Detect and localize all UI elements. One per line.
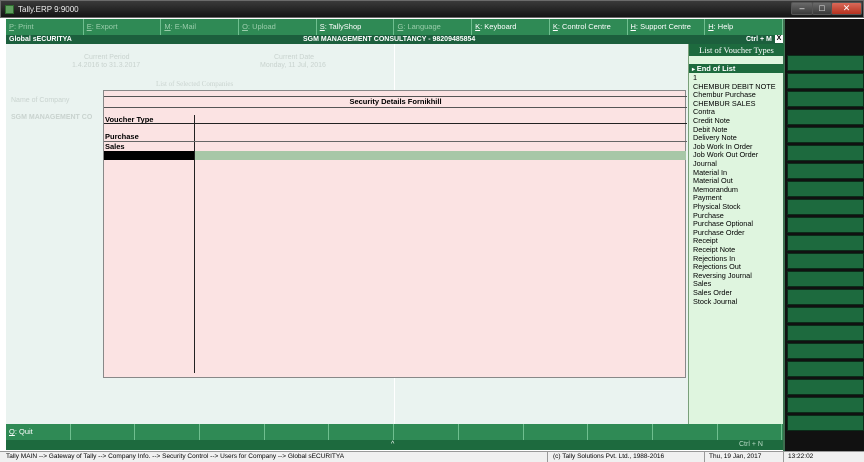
status-date: Thu, 19 Jan, 2017 [709,453,762,460]
right-bar-button[interactable] [787,127,864,143]
maximize-button[interactable]: □ [812,2,832,15]
right-bar-button[interactable] [787,415,864,431]
active-entry-row[interactable] [195,151,686,160]
voucher-types-list-panel: List of Voucher Types ▸ End of List 1 CHE… [688,44,784,424]
close-window-button[interactable]: ✕ [831,2,862,15]
bottom-bar-button[interactable] [200,424,265,440]
active-entry-field[interactable] [104,151,194,160]
keyboard-button[interactable]: K: Keyboard [472,19,550,35]
bottom-bar-button[interactable] [329,424,395,440]
right-bar-button[interactable] [787,325,864,341]
quit-button[interactable]: Q: Quit [6,424,71,440]
status-separator [783,452,784,462]
right-bar-button[interactable] [787,199,864,215]
upload-button[interactable]: O: Upload [239,19,317,35]
tally-app-icon [5,5,14,14]
right-bar-button[interactable] [787,397,864,413]
name-of-company-label: Name of Company [11,97,70,104]
ctrl-m-shortcut[interactable]: Ctrl + M [746,35,772,44]
voucher-list-title: List of Voucher Types [689,44,784,56]
bottom-bar-button[interactable] [459,424,524,440]
right-bar-button[interactable] [787,181,864,197]
right-bar-button[interactable] [787,109,864,125]
right-bar-button[interactable] [787,307,864,323]
right-button-bar [783,19,864,451]
right-bar-button[interactable] [787,145,864,161]
export-button[interactable]: E: Export [84,19,162,35]
control-centre-button[interactable]: K: Control Centre [550,19,628,35]
screen-title: Global sECURITYA [9,36,72,43]
right-bar-button[interactable] [787,379,864,395]
current-period-value: 1.4.2016 to 31.3.2017 [72,62,141,69]
current-period-label: Current Period [84,54,130,61]
right-bar-button[interactable] [787,343,864,359]
navigation-path: Tally MAIN --> Gateway of Tally --> Comp… [6,453,345,460]
bottom-bar-button[interactable] [588,424,653,440]
print-button[interactable]: P: Print [6,19,84,35]
tallyshop-button[interactable]: S: TallyShop [317,19,395,35]
language-button[interactable]: G: Language [394,19,473,35]
selected-companies-heading: List of Selected Companies [156,80,234,88]
voucher-row-sales[interactable]: Sales [105,142,193,151]
right-bar-button[interactable] [787,163,864,179]
company-header: SGM MANAGEMENT CONSULTANCY - 98209485854 [303,36,476,43]
bottom-bar-button[interactable] [653,424,718,440]
bottom-info-bar: ^ Ctrl + N [6,440,783,450]
top-button-bar: P: Print E: Export M: E-Mail O: Upload S… [6,19,783,35]
close-screen-button[interactable]: X [775,35,783,43]
bottom-bar-button[interactable] [524,424,589,440]
current-date-value: Monday, 11 Jul, 2016 [260,62,326,69]
header-divider [104,123,687,124]
bottom-bar-button[interactable] [394,424,459,440]
current-date-label: Current Date [274,54,315,61]
voucher-row-purchase[interactable]: Purchase [105,132,193,141]
help-button[interactable]: H: Help [705,19,783,35]
status-separator [704,452,705,462]
end-of-list-item[interactable]: ▸ End of List [689,64,784,73]
expand-caret-icon[interactable]: ^ [391,440,394,450]
bottom-bar-button[interactable] [135,424,201,440]
company-name: SGM MANAGEMENT CO [11,114,93,121]
status-separator [547,452,548,462]
right-bar-button[interactable] [787,55,864,71]
bottom-bar-button[interactable] [71,424,136,440]
status-bar: Tally MAIN --> Gateway of Tally --> Comp… [0,451,864,462]
email-button[interactable]: M: E-Mail [161,19,240,35]
window-title: Tally.ERP 9:9000 [18,5,79,14]
right-bar-button[interactable] [787,271,864,287]
window-titlebar: Tally.ERP 9:9000 – □ ✕ [0,0,864,18]
copyright-text: (c) Tally Solutions Pvt. Ltd., 1988-2016 [553,453,665,460]
right-bar-button[interactable] [787,361,864,377]
minimize-button[interactable]: – [791,2,813,15]
right-bar-button[interactable] [787,217,864,233]
right-bar-button[interactable] [787,289,864,305]
status-time: 13:22:02 [788,453,814,460]
right-bar-button[interactable] [787,235,864,251]
ctrl-n-shortcut[interactable]: Ctrl + N [739,440,763,450]
security-details-panel: Security Details Fornikhill Voucher Type… [103,90,687,378]
bottom-bar-button[interactable] [718,424,783,440]
security-panel-title: Security Details Fornikhill [104,96,687,108]
right-bar-button[interactable] [787,253,864,269]
screen-header-bar: Global sECURITYA SGM MANAGEMENT CONSULTA… [6,35,783,44]
bottom-button-bar: Q: Quit [6,424,783,440]
right-bar-button[interactable] [787,73,864,89]
right-bar-button[interactable] [787,91,864,107]
voucher-type-item[interactable]: Stock Journal [693,297,737,307]
support-centre-button[interactable]: H: Support Centre [628,19,706,35]
bottom-bar-button[interactable] [265,424,330,440]
